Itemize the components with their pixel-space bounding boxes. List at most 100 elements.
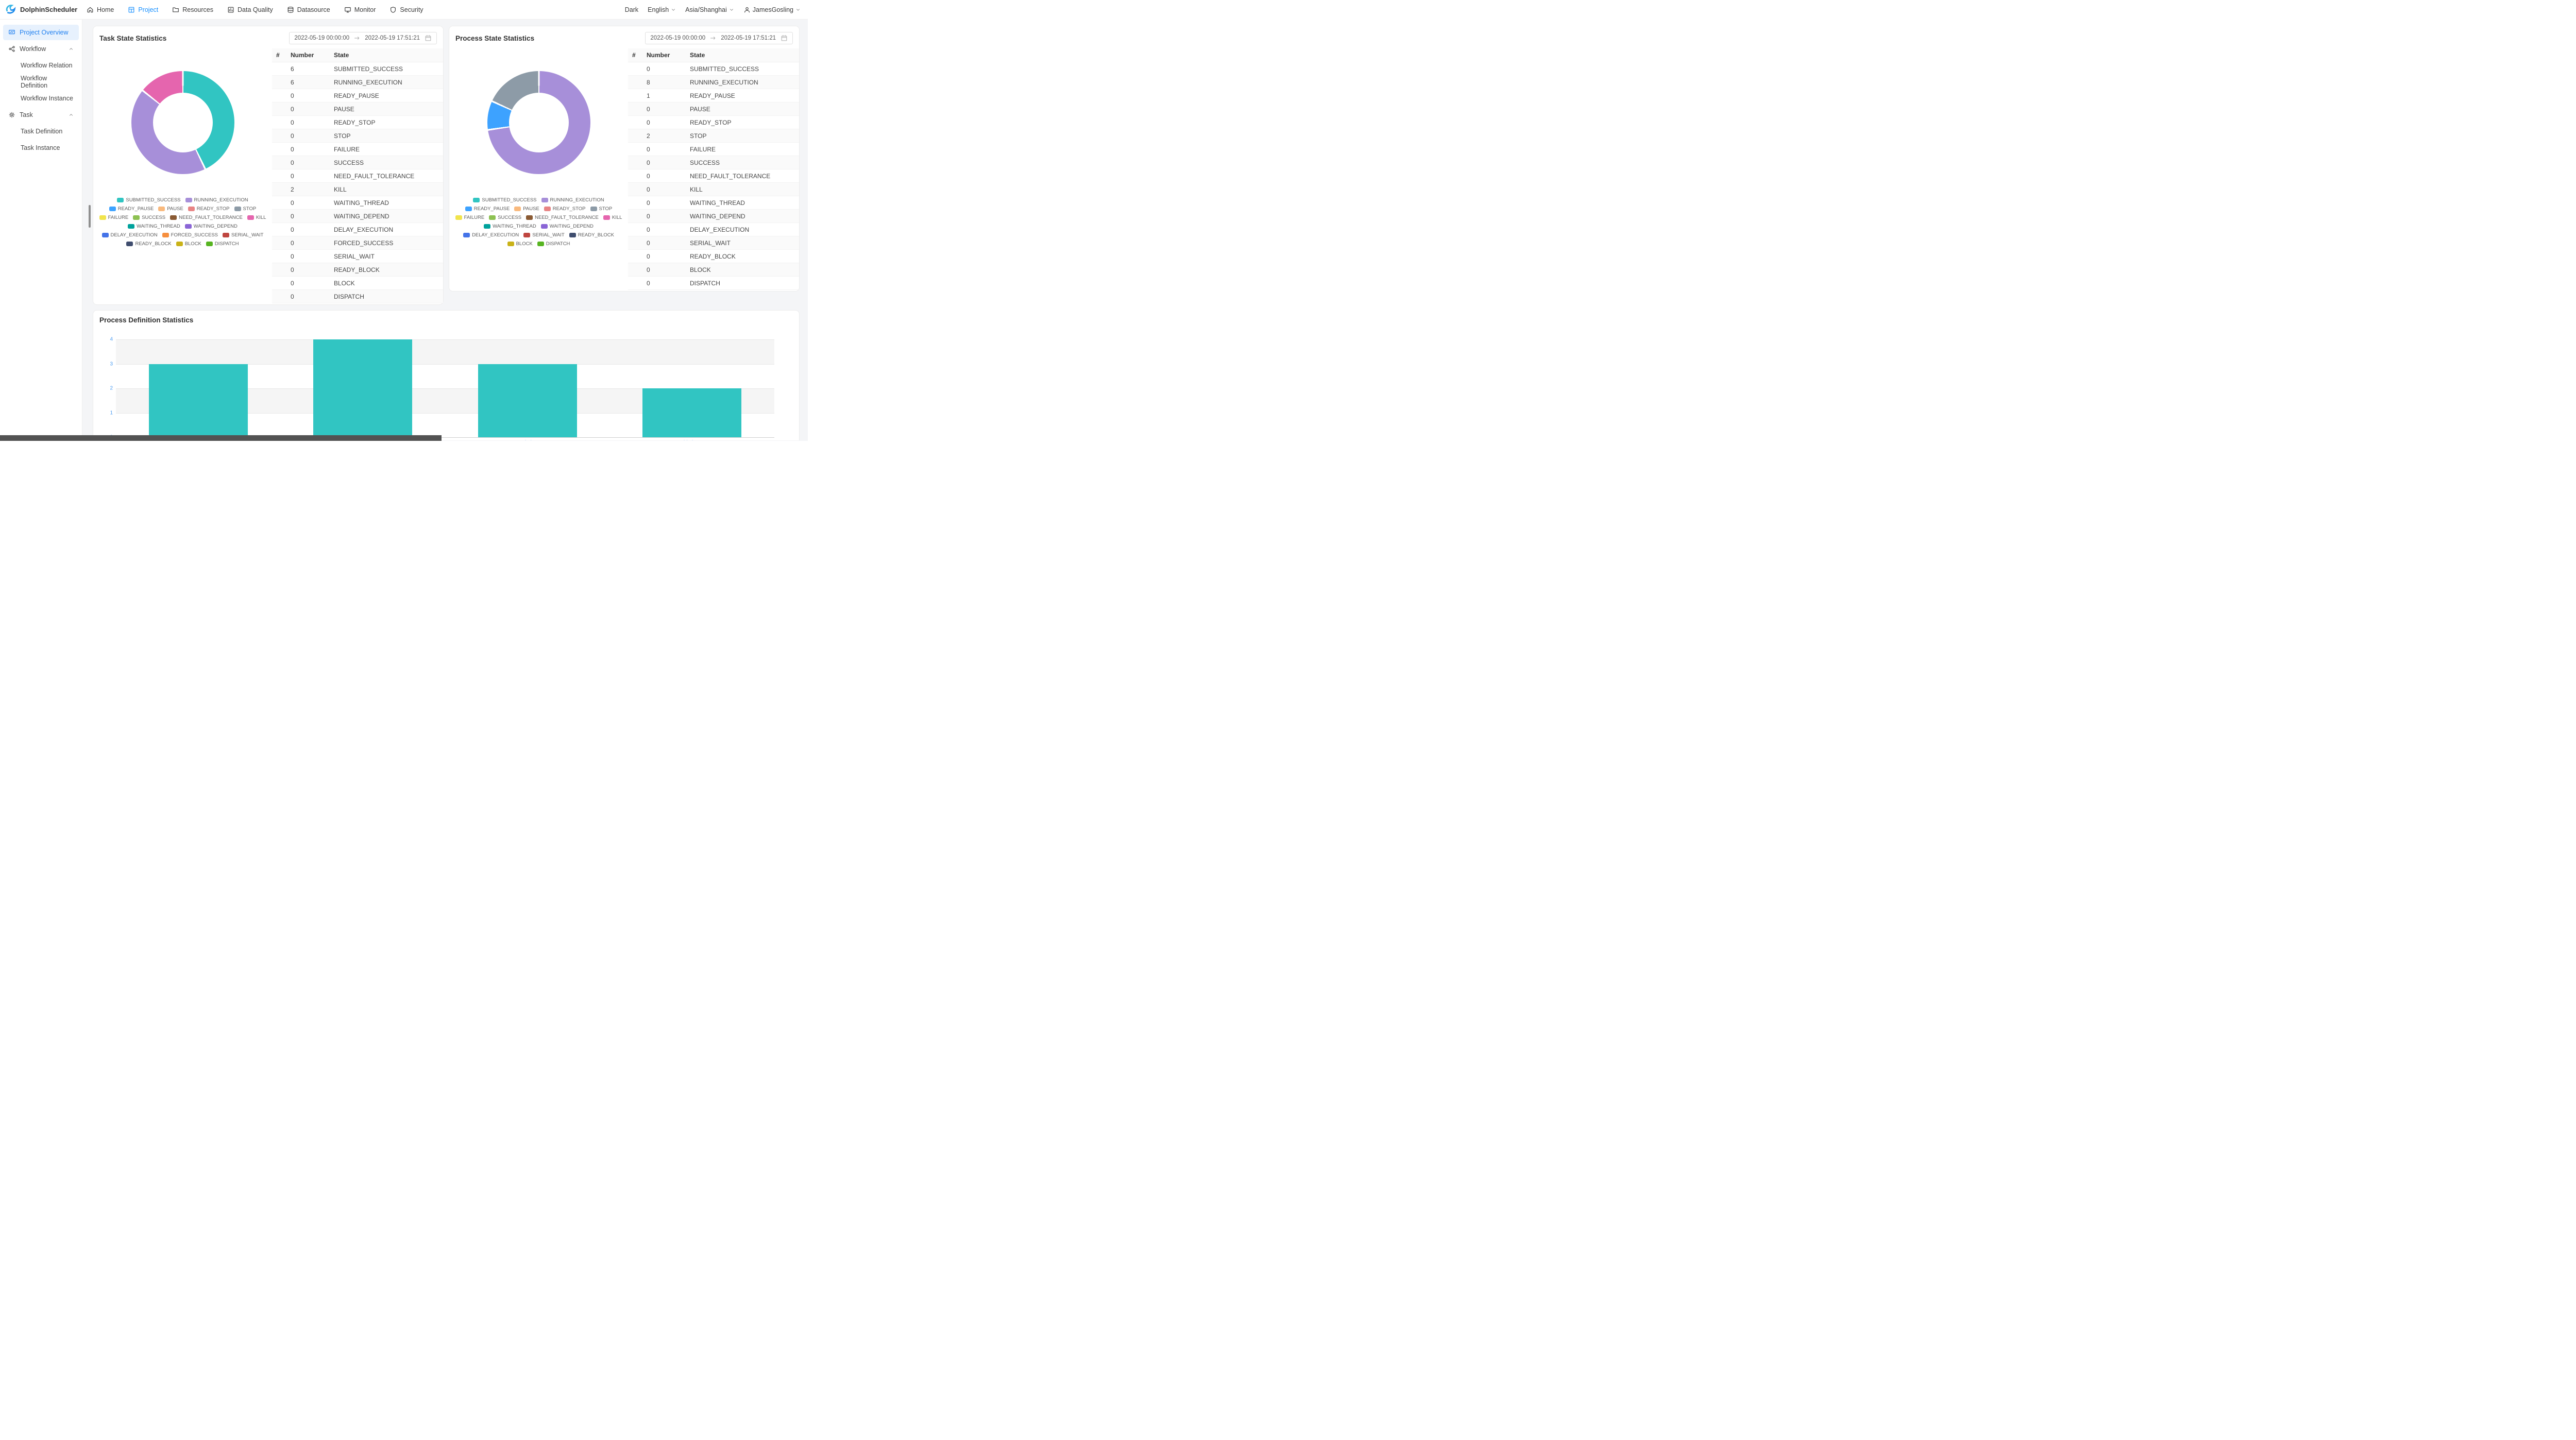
- cell-number: 0: [286, 196, 330, 210]
- legend-swatch: [541, 224, 548, 229]
- legend-item-ready_block[interactable]: READY_BLOCK: [569, 232, 614, 238]
- legend-label: RUNNING_EXECUTION: [550, 197, 604, 203]
- sidebar-group-label: Task: [20, 111, 33, 118]
- sidebar-item-workflow-instance[interactable]: Workflow Instance: [3, 91, 79, 106]
- legend-item-ready_pause[interactable]: READY_PAUSE: [109, 206, 154, 212]
- process-state-legend: SUBMITTED_SUCCESS RUNNING_EXECUTION READY_…: [451, 197, 626, 252]
- cell-index: [628, 62, 642, 76]
- chevron-down-icon: [795, 7, 801, 12]
- legend-item-failure[interactable]: FAILURE: [455, 215, 485, 220]
- legend-item-block[interactable]: BLOCK: [507, 241, 533, 247]
- legend-item-need_fault_tolerance[interactable]: NEED_FAULT_TOLERANCE: [526, 215, 599, 220]
- brand[interactable]: DolphinScheduler: [4, 3, 81, 16]
- sidebar-group-workflow[interactable]: Workflow: [3, 41, 79, 57]
- timezone-select[interactable]: Asia/Shanghai: [685, 6, 734, 13]
- legend-item-serial_wait[interactable]: SERIAL_WAIT: [523, 232, 564, 238]
- task-date-range-picker[interactable]: 2022-05-19 00:00:00 2022-05-19 17:51:21: [289, 32, 437, 44]
- nav-item-monitor[interactable]: Monitor: [344, 6, 376, 13]
- legend-item-block[interactable]: BLOCK: [176, 241, 201, 247]
- nav-item-resources[interactable]: Resources: [172, 6, 213, 13]
- nav-item-project[interactable]: Project: [128, 6, 158, 13]
- header-number: Number: [642, 48, 686, 62]
- legend-item-failure[interactable]: FAILURE: [99, 215, 129, 220]
- language-label: English: [648, 6, 669, 13]
- cell-state: FAILURE: [686, 143, 799, 156]
- legend-item-waiting_thread[interactable]: WAITING_THREAD: [128, 224, 180, 229]
- cell-state: DISPATCH: [330, 290, 443, 303]
- legend-item-ready_pause[interactable]: READY_PAUSE: [465, 206, 510, 212]
- legend-swatch: [185, 224, 192, 229]
- sidebar-item-label: Workflow Instance: [21, 95, 73, 102]
- sidebar-item-task-definition[interactable]: Task Definition: [3, 124, 79, 139]
- theme-toggle[interactable]: Dark: [625, 6, 638, 13]
- legend-item-pause[interactable]: PAUSE: [514, 206, 539, 212]
- cell-number: 0: [642, 210, 686, 223]
- sidebar-group-task[interactable]: Task: [3, 107, 79, 123]
- nav-item-data-quality[interactable]: Data Quality: [227, 6, 273, 13]
- legend-item-kill[interactable]: KILL: [247, 215, 266, 220]
- sidebar-item-project-overview[interactable]: Project Overview: [3, 25, 79, 40]
- task-state-donut-chart[interactable]: [131, 71, 234, 174]
- task-state-table-row: 0WAITING_DEPEND: [272, 210, 443, 223]
- legend-label: READY_PAUSE: [118, 206, 154, 212]
- horizontal-scrollbar[interactable]: [0, 435, 442, 441]
- cell-number: 0: [642, 236, 686, 250]
- legend-item-need_fault_tolerance[interactable]: NEED_FAULT_TOLERANCE: [170, 215, 243, 220]
- legend-item-dispatch[interactable]: DISPATCH: [537, 241, 570, 247]
- process-date-range-picker[interactable]: 2022-05-19 00:00:00 2022-05-19 17:51:21: [645, 32, 793, 44]
- legend-item-ready_block[interactable]: READY_BLOCK: [126, 241, 171, 247]
- navbar-right: Dark English Asia/Shanghai JamesGosling: [625, 6, 801, 13]
- legend-item-delay_execution[interactable]: DELAY_EXECUTION: [102, 232, 158, 238]
- legend-item-success[interactable]: SUCCESS: [133, 215, 165, 220]
- legend-item-stop[interactable]: STOP: [590, 206, 613, 212]
- vertical-scrollbar-thumb[interactable]: [89, 205, 91, 228]
- legend-item-submitted_success[interactable]: SUBMITTED_SUCCESS: [473, 197, 536, 203]
- cell-number: 0: [642, 156, 686, 169]
- nav-item-home[interactable]: Home: [87, 6, 114, 13]
- legend-swatch: [514, 207, 521, 211]
- legend-item-serial_wait[interactable]: SERIAL_WAIT: [223, 232, 263, 238]
- legend-item-dispatch[interactable]: DISPATCH: [206, 241, 239, 247]
- nav-item-security[interactable]: Security: [389, 6, 423, 13]
- sidebar-item-workflow-definition[interactable]: Workflow Definition: [3, 74, 79, 90]
- cell-state: READY_BLOCK: [330, 263, 443, 277]
- process-state-table-row: 0FAILURE: [628, 143, 799, 156]
- sidebar-item-task-instance[interactable]: Task Instance: [3, 140, 79, 156]
- legend-item-ready_stop[interactable]: READY_STOP: [188, 206, 230, 212]
- legend-item-pause[interactable]: PAUSE: [158, 206, 183, 212]
- bar-admin[interactable]: [478, 364, 577, 438]
- legend-item-running_execution[interactable]: RUNNING_EXECUTION: [541, 197, 604, 203]
- legend-item-ready_stop[interactable]: READY_STOP: [544, 206, 586, 212]
- cell-number: 1: [642, 89, 686, 102]
- bar-JamesGosling[interactable]: [149, 364, 248, 438]
- process-state-table-row: 0DELAY_EXECUTION: [628, 223, 799, 236]
- legend-item-delay_execution[interactable]: DELAY_EXECUTION: [463, 232, 519, 238]
- process-state-donut-chart[interactable]: [487, 71, 590, 174]
- sidebar-item-workflow-relation[interactable]: Workflow Relation: [3, 58, 79, 73]
- database-icon: [287, 6, 294, 13]
- nav-item-datasource[interactable]: Datasource: [287, 6, 330, 13]
- legend-swatch: [234, 207, 241, 211]
- legend-item-waiting_depend[interactable]: WAITING_DEPEND: [185, 224, 238, 229]
- cell-state: STOP: [686, 129, 799, 143]
- legend-swatch: [569, 233, 576, 237]
- legend-item-kill[interactable]: KILL: [603, 215, 622, 220]
- user-menu[interactable]: JamesGosling: [743, 6, 801, 13]
- legend-item-waiting_thread[interactable]: WAITING_THREAD: [484, 224, 536, 229]
- language-select[interactable]: English: [648, 6, 676, 13]
- process-definition-bar-chart[interactable]: 01234 JamesGoslingElonReeveMuskadminshim…: [93, 328, 799, 440]
- legend-item-running_execution[interactable]: RUNNING_EXECUTION: [185, 197, 248, 203]
- cell-index: [272, 277, 286, 290]
- gear-icon: [8, 111, 15, 118]
- legend-item-waiting_depend[interactable]: WAITING_DEPEND: [541, 224, 594, 229]
- sidebar-item-label: Project Overview: [20, 29, 68, 36]
- bar-ElonReeveMusk[interactable]: [313, 339, 412, 437]
- legend-item-submitted_success[interactable]: SUBMITTED_SUCCESS: [117, 197, 180, 203]
- legend-item-forced_success[interactable]: FORCED_SUCCESS: [162, 232, 218, 238]
- cell-state: DELAY_EXECUTION: [330, 223, 443, 236]
- cell-index: [628, 89, 642, 102]
- legend-item-stop[interactable]: STOP: [234, 206, 257, 212]
- bar-shimin.an[interactable]: [642, 388, 741, 437]
- cell-index: [628, 169, 642, 183]
- legend-item-success[interactable]: SUCCESS: [489, 215, 521, 220]
